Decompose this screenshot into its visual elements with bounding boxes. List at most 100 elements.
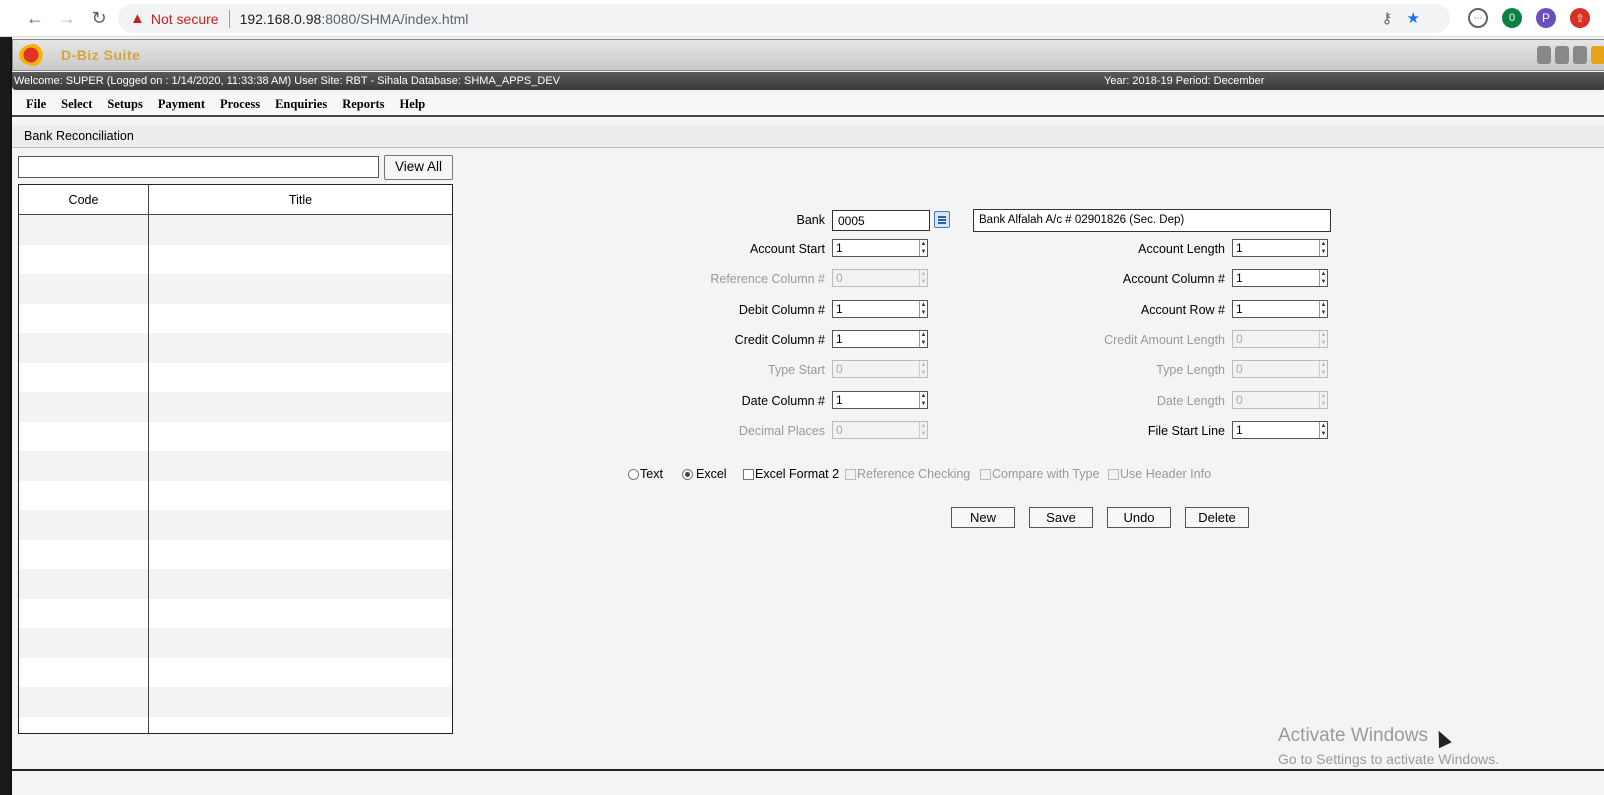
cell-title	[149, 717, 452, 734]
spinner-down-icon[interactable]: ▼	[1320, 278, 1327, 286]
cell-code	[19, 421, 149, 451]
watermark-subtitle: Go to Settings to activate Windows.	[1278, 751, 1499, 767]
column-header-title[interactable]: Title	[149, 185, 452, 214]
account-start-spinner[interactable]: 1 ▲ ▼	[832, 239, 928, 257]
forward-icon[interactable]: →	[52, 3, 82, 33]
spinner-up-icon[interactable]: ▲	[1320, 270, 1327, 278]
spinner-up-icon[interactable]: ▲	[920, 331, 927, 339]
bank-code-field[interactable]: 0005	[832, 210, 930, 231]
menu-file[interactable]: File	[26, 97, 46, 112]
account-row-spinner[interactable]: 1 ▲ ▼	[1232, 299, 1328, 318]
lock-icon[interactable]	[1573, 46, 1587, 64]
spinner-up-icon[interactable]: ▲	[1320, 240, 1327, 248]
spinner-up-icon[interactable]: ▲	[920, 240, 927, 248]
logout-icon[interactable]	[1591, 46, 1604, 64]
spinner-value: 1	[1236, 422, 1243, 437]
lookup-icon[interactable]	[934, 211, 950, 228]
table-row[interactable]	[19, 598, 452, 628]
star-icon[interactable]: ★	[1407, 9, 1420, 27]
checkbox-excel-format-2[interactable]	[743, 468, 754, 480]
credit-column-spinner[interactable]: 1 ▲ ▼	[832, 329, 928, 348]
table-row[interactable]	[19, 510, 452, 540]
menu-help[interactable]: Help	[400, 97, 426, 112]
spinner-down-icon[interactable]: ▼	[1320, 430, 1327, 438]
table-row[interactable]	[19, 716, 452, 734]
cell-title	[149, 628, 452, 658]
menu-select[interactable]: Select	[61, 97, 92, 112]
option-excel[interactable]: Excel	[682, 467, 727, 481]
view-all-button[interactable]: View All	[384, 155, 453, 180]
radio-excel[interactable]	[682, 468, 693, 480]
table-row[interactable]	[19, 274, 452, 304]
table-row[interactable]	[19, 569, 452, 599]
spinner-down-icon: ▼	[920, 279, 927, 286]
menu-bar: File Select Setups Payment Process Enqui…	[12, 93, 1604, 117]
spinner-down-icon[interactable]: ▼	[920, 400, 927, 408]
table-row[interactable]	[19, 480, 452, 510]
help-icon[interactable]	[1555, 46, 1569, 64]
address-bar[interactable]: ▲ Not secure 192.168.0.98:8080/SHMA/inde…	[118, 4, 1450, 33]
bank-title-field: Bank Alfalah A/c # 02901826 (Sec. Dep)	[973, 209, 1331, 232]
option-text[interactable]: Text	[628, 467, 663, 481]
menu-setups[interactable]: Setups	[107, 97, 142, 112]
spinner-down-icon[interactable]: ▼	[920, 339, 927, 347]
table-row[interactable]	[19, 392, 452, 422]
spinner-up-icon[interactable]: ▲	[1320, 301, 1327, 309]
date-length-label: Date Length	[1156, 393, 1225, 408]
table-row[interactable]	[19, 333, 452, 363]
update-icon[interactable]: ⇧	[1570, 8, 1590, 28]
cell-code	[19, 274, 149, 304]
table-row[interactable]	[19, 421, 452, 451]
date-column-spinner[interactable]: 1 ▲ ▼	[832, 390, 928, 409]
menu-enquiries[interactable]: Enquiries	[275, 97, 327, 112]
option-excel-format-2[interactable]: Excel Format 2	[743, 467, 839, 481]
debit-column-spinner[interactable]: 1 ▲ ▼	[832, 299, 928, 318]
file-start-line-spinner[interactable]: 1 ▲ ▼	[1232, 420, 1328, 439]
type-length-label: Type Length	[1156, 363, 1225, 378]
search-input[interactable]	[18, 156, 379, 178]
table-row[interactable]	[19, 657, 452, 687]
profile-avatar[interactable]: P	[1536, 8, 1556, 28]
radio-text[interactable]	[628, 468, 639, 480]
account-length-spinner[interactable]: 1 ▲ ▼	[1232, 239, 1328, 257]
menu-process[interactable]: Process	[220, 97, 260, 112]
spinner-down-icon[interactable]: ▼	[1320, 248, 1327, 256]
table-row[interactable]	[19, 539, 452, 569]
cell-code	[19, 539, 149, 569]
table-row[interactable]	[19, 628, 452, 658]
back-icon[interactable]: ←	[20, 3, 50, 33]
key-icon[interactable]: ⚷	[1382, 9, 1393, 27]
table-row[interactable]	[19, 362, 452, 392]
menu-payment[interactable]: Payment	[158, 97, 205, 112]
menu-reports[interactable]: Reports	[342, 97, 384, 112]
spinner-up-icon: ▲	[1320, 331, 1327, 338]
date-length-spinner: 0 ▲ ▼	[1232, 390, 1328, 409]
shield-extension-icon[interactable]: 0	[1502, 8, 1522, 28]
spinner-up-icon: ▲	[920, 362, 927, 369]
table-row[interactable]	[19, 451, 452, 481]
delete-button[interactable]: Delete	[1185, 507, 1249, 528]
table-row[interactable]	[19, 687, 452, 717]
home-icon[interactable]	[1537, 46, 1551, 64]
reload-icon[interactable]: ↻	[84, 3, 114, 33]
spinner-up-icon[interactable]: ▲	[920, 392, 927, 400]
save-button[interactable]: Save	[1029, 507, 1093, 528]
type-length-spinner: 0 ▲ ▼	[1232, 360, 1328, 379]
spinner-up-icon[interactable]: ▲	[920, 301, 927, 309]
account-column-spinner[interactable]: 1 ▲ ▼	[1232, 269, 1328, 288]
table-row[interactable]	[19, 303, 452, 333]
app-header: D-Biz Suite	[12, 39, 1604, 71]
spinner-up-icon[interactable]: ▲	[1320, 422, 1327, 430]
option-compare-with-type-label: Compare with Type	[992, 467, 1100, 481]
table-row[interactable]	[19, 244, 452, 274]
spinner-down-icon[interactable]: ▼	[920, 309, 927, 317]
cell-code	[19, 244, 149, 274]
column-header-code[interactable]: Code	[19, 185, 149, 214]
table-row[interactable]	[19, 215, 452, 245]
undo-button[interactable]: Undo	[1107, 507, 1171, 528]
spinner-down-icon[interactable]: ▼	[1320, 309, 1327, 317]
window-edge	[0, 37, 10, 795]
new-button[interactable]: New	[951, 507, 1015, 528]
extension-icon[interactable]: ⋯	[1468, 8, 1488, 28]
spinner-down-icon[interactable]: ▼	[920, 248, 927, 256]
